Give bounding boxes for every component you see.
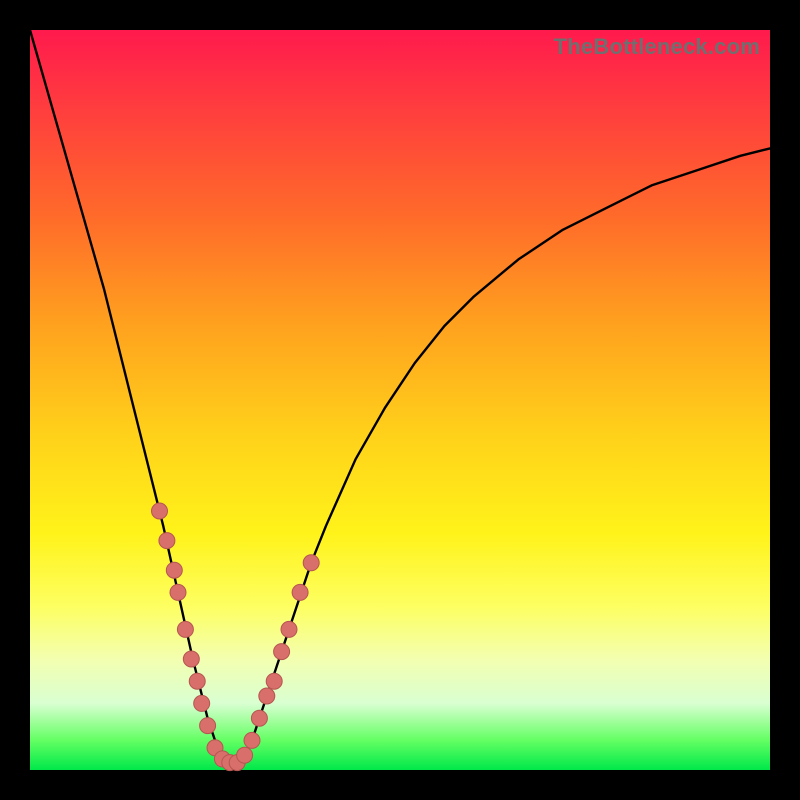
marker-dot — [244, 732, 260, 748]
marker-dot — [266, 673, 282, 689]
marker-dot — [281, 621, 297, 637]
marker-dot — [237, 747, 253, 763]
marker-dot — [251, 710, 267, 726]
marker-dot — [274, 644, 290, 660]
marker-dot — [159, 533, 175, 549]
chart-frame: TheBottleneck.com — [0, 0, 800, 800]
marker-dot — [183, 651, 199, 667]
marker-dot — [303, 555, 319, 571]
marker-dot — [177, 621, 193, 637]
marker-dot — [189, 673, 205, 689]
marker-dot — [170, 584, 186, 600]
chart-svg — [30, 30, 770, 770]
marker-dot — [152, 503, 168, 519]
plot-area: TheBottleneck.com — [30, 30, 770, 770]
marker-dot — [194, 695, 210, 711]
marker-dot — [166, 562, 182, 578]
bottleneck-curve — [30, 30, 770, 763]
highlight-markers — [152, 503, 320, 771]
marker-dot — [292, 584, 308, 600]
marker-dot — [259, 688, 275, 704]
marker-dot — [200, 718, 216, 734]
